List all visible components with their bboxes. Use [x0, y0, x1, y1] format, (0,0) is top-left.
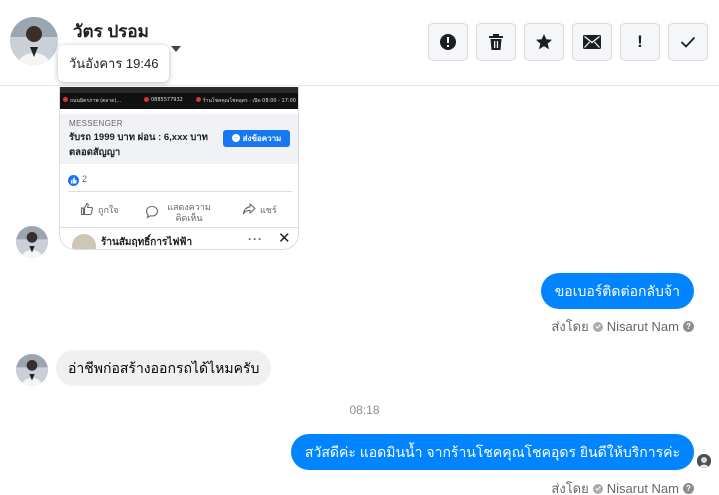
chevron-down-icon[interactable] [171, 46, 181, 52]
star-button[interactable] [524, 23, 564, 61]
like-count: 2 [82, 174, 88, 184]
verified-check-icon [592, 321, 603, 332]
exclamation-icon: ! [637, 32, 643, 51]
banner-text: ถนนมิตรภาพ (ตลาด)... [70, 98, 122, 104]
post-description: รับรถ 1999 บาท ผ่อน : 6,xxx บาท ตลอดสัญญ… [69, 132, 208, 158]
sender-name[interactable]: Nisarut Nam [607, 481, 679, 495]
sender-avatar[interactable] [16, 226, 48, 258]
delete-button[interactable] [476, 23, 516, 61]
time-tooltip: วันอังคาร 19:46 [58, 45, 170, 82]
post-like-button[interactable]: ถูกใจ [80, 202, 119, 218]
outgoing-message[interactable]: สวัสดีค่ะ แอดมินน้ำ จากร้านโชคคุณโชคอุดร… [290, 434, 694, 470]
divider [68, 191, 292, 192]
post-comment-label: แสดงความคิดเห็น [167, 202, 211, 223]
post-comment-button[interactable]: แสดงความคิดเห็น [145, 202, 225, 224]
mark-done-button[interactable] [668, 23, 708, 61]
banner-text: 0885577932 [151, 97, 183, 103]
outgoing-message[interactable]: ขอเบอร์ติดต่อกลับจ้า [540, 273, 694, 309]
banner-text: ร้านโชคคุณโชคอุดร · เปิด 08:00 - 17:00 [203, 98, 296, 104]
comment-author-name: ร้านสัมฤทธิ์การไฟฟ้า [101, 237, 193, 248]
star-icon [535, 33, 553, 51]
sent-by-label: ส่งโดย [551, 481, 589, 495]
help-icon[interactable]: ? [683, 483, 694, 494]
close-icon[interactable]: ✕ [278, 229, 291, 247]
sender-avatar[interactable] [16, 354, 48, 386]
mark-unread-button[interactable] [572, 23, 612, 61]
share-icon [242, 202, 256, 218]
like-badge-icon [68, 175, 79, 186]
send-message-button[interactable]: ส่งข้อความ [223, 130, 290, 147]
sent-by-info: ส่งโดย Nisarut Nam ? [551, 478, 694, 495]
post-source: MESSENGER [69, 119, 123, 128]
alert-circle-icon [439, 33, 457, 51]
messenger-icon [231, 133, 240, 144]
important-button[interactable]: ! [620, 23, 660, 61]
sent-by-label: ส่งโดย [551, 319, 589, 334]
more-options-icon[interactable]: ··· [248, 232, 263, 246]
thumbs-up-icon [80, 202, 94, 218]
post-image-banner: ถนนมิตรภาพ (ตลาด)... 0885577932 ร้านโชคค… [60, 87, 298, 109]
contact-avatar[interactable] [10, 17, 58, 65]
post-share-button[interactable]: แชร์ [242, 202, 277, 218]
comment-icon [145, 205, 159, 221]
verified-check-icon [592, 483, 603, 494]
contact-name[interactable]: วัตร ปรอม [73, 18, 149, 45]
read-receipt-avatar [697, 454, 711, 468]
divider [60, 227, 298, 228]
sender-name[interactable]: Nisarut Nam [607, 319, 679, 334]
action-toolbar: ! [428, 23, 708, 61]
trash-icon [488, 33, 504, 51]
send-message-label: ส่งข้อความ [242, 134, 282, 143]
comment-author-avatar [72, 234, 96, 249]
time-divider: 08:18 [349, 403, 380, 417]
envelope-icon [583, 35, 601, 49]
help-icon[interactable]: ? [683, 321, 694, 332]
incoming-message[interactable]: อ่าชีพก่อสร้างออกรถได้ไหมครับ [56, 350, 272, 386]
report-button[interactable] [428, 23, 468, 61]
conversation-header: วัตร ปรอม วันอังคาร 19:46 ! [0, 0, 719, 86]
sent-by-info: ส่งโดย Nisarut Nam ? [551, 316, 694, 337]
checkmark-icon [680, 36, 696, 48]
shared-post-card[interactable]: ถนนมิตรภาพ (ตลาด)... 0885577932 ร้านโชคค… [59, 87, 299, 250]
post-like-label: ถูกใจ [98, 204, 119, 215]
post-share-label: แชร์ [260, 204, 277, 215]
